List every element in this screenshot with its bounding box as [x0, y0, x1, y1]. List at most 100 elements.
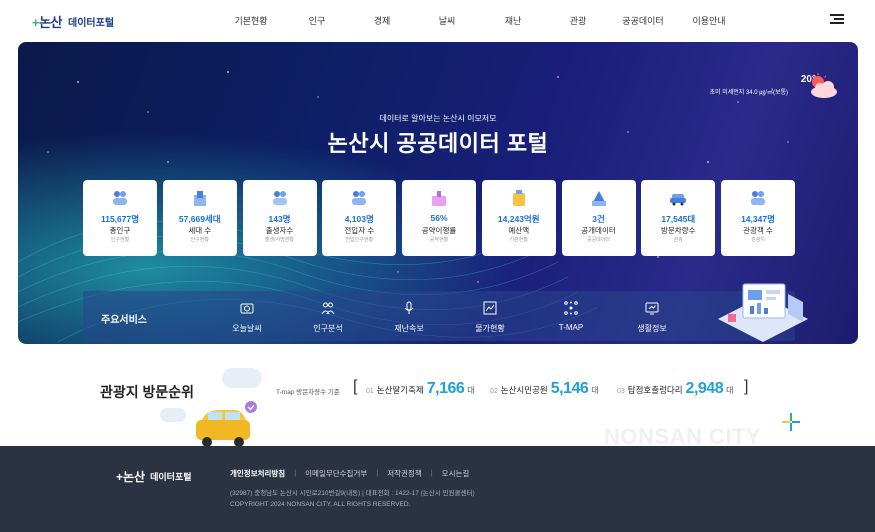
- main-nav: 기본현황 인구 경제 날씨 재난 관광 공공데이터 이용안내: [220, 14, 740, 28]
- stat-card-households[interactable]: 57,669세대 세대 수 인구현황: [162, 180, 237, 256]
- taxi-car-icon: [196, 401, 257, 447]
- nav-public-data[interactable]: 공공데이터: [622, 14, 663, 27]
- hero-subtitle: 데이터로 알아보는 논산시 이모저모: [379, 114, 497, 123]
- nav-basic-status[interactable]: 기본현황: [234, 14, 267, 27]
- camera-icon: [240, 303, 254, 314]
- card-value: 17,545대: [661, 214, 696, 224]
- card-label: 출생자수: [265, 226, 294, 235]
- card-category: 관광지: [751, 237, 765, 243]
- card-value: 14,347명: [741, 214, 775, 224]
- ranking-item[interactable]: 03 탑정호출렁다리 2,948 대: [617, 380, 733, 398]
- footer-links: 개인정보처리방침 | 이메일무단수집거부 | 저작권정책 | 오시는길: [230, 468, 469, 479]
- microphone-icon: [404, 301, 414, 314]
- service-disaster-alert[interactable]: 재난속보: [374, 297, 444, 337]
- footer-link-copyright-policy[interactable]: 저작권정책: [387, 468, 422, 479]
- car-icon: [670, 194, 687, 206]
- card-label: 총인구: [109, 226, 131, 235]
- nav-disaster[interactable]: 재난: [505, 14, 522, 27]
- nav-population[interactable]: 인구: [309, 14, 326, 27]
- stat-card-total-population[interactable]: 115,677명 총인구 인구현황: [83, 180, 157, 256]
- stat-card-pledge-rate[interactable]: 56% 공약이행률 공약현황: [402, 180, 476, 256]
- bracket-close: ]: [744, 378, 749, 395]
- key-services-bar: 주요서비스 오늘날씨 인구분석 재난속보 물가현황 T-MAP 생활정보: [83, 291, 795, 341]
- weather-fine-dust: 초미 미세먼지 34.0 ㎍/㎥(보통): [709, 90, 788, 96]
- price-chart-icon: [483, 301, 497, 315]
- card-value: 115,677명: [100, 214, 140, 224]
- stat-card-open-data[interactable]: 3건 공개데이터 공공데이터: [561, 180, 636, 256]
- service-price-status[interactable]: 물가현황: [455, 297, 525, 337]
- service-label: 재난속보: [394, 324, 424, 333]
- card-category: 공약현황: [429, 237, 449, 243]
- bracket-open: [: [353, 378, 358, 395]
- population-analysis-icon: [321, 302, 335, 315]
- card-label: 관광객 수: [743, 226, 773, 235]
- site-logo[interactable]: +논산 데이터포털: [32, 12, 114, 31]
- service-label: T-MAP: [558, 323, 584, 332]
- ranking-value: 7,166: [426, 380, 465, 397]
- card-category: 전입인구현황: [345, 237, 374, 243]
- card-label: 공개데이터: [581, 226, 616, 235]
- stat-card-visiting-cars[interactable]: 17,545대 방문차량수 관광: [641, 180, 716, 256]
- ranking-place-name: 논산시민공원: [500, 385, 548, 395]
- card-label: 방문차량수: [661, 226, 696, 235]
- card-label: 예산액: [508, 226, 530, 235]
- hero-title: 논산시 공공데이터 포털: [327, 131, 549, 156]
- ranking-basis: T-map 방문차량수 기준: [276, 389, 340, 396]
- card-category: 인구현황: [110, 237, 130, 243]
- service-label: 생활정보: [637, 324, 667, 333]
- nav-economy[interactable]: 경제: [374, 14, 391, 27]
- footer-logo-mark: +논산: [116, 470, 146, 484]
- card-value: 4,103명: [344, 214, 374, 224]
- service-today-weather[interactable]: 오늘날씨: [212, 297, 282, 337]
- budget-icon: [512, 190, 525, 206]
- ranking-item[interactable]: 01 논산딸기축제 7,166 대: [366, 380, 475, 398]
- hero-banner: 20° 초미 미세먼지 34.0 ㎍/㎥(보통) 데이터로 알아보는 논산시 이…: [18, 42, 858, 344]
- ranking-place-name: 논산딸기축제: [376, 385, 424, 395]
- ranking-place-name: 탑정호출렁다리: [627, 385, 683, 395]
- nav-weather[interactable]: 날씨: [439, 14, 456, 27]
- footer-logo[interactable]: +논산 데이터포털: [116, 468, 192, 485]
- hamburger-menu-icon[interactable]: [830, 13, 844, 25]
- footer-link-privacy[interactable]: 개인정보처리방침: [230, 468, 285, 479]
- card-label: 세대 수: [188, 226, 212, 235]
- service-life-info[interactable]: 생활정보: [617, 297, 687, 337]
- footer-copyright: COPYRIGHT 2024 NONSAN CITY, ALL RIGHTS R…: [230, 501, 411, 508]
- service-label: 오늘날씨: [232, 324, 262, 333]
- card-value: 56%: [430, 213, 448, 223]
- tourism-ranking-title: 관광지 방문순위: [100, 384, 195, 400]
- footer-address: (32987) 충청남도 논산시 시민로210번길9(내동) | 대표전화 : …: [230, 490, 475, 497]
- card-value: 14,243억원: [497, 214, 540, 224]
- data-dashboard-illustration: [718, 283, 808, 342]
- service-tmap[interactable]: T-MAP: [536, 297, 606, 337]
- people-icon: [113, 191, 127, 205]
- birth-icon: [272, 191, 287, 205]
- life-info-icon: [645, 302, 659, 315]
- tourist-icon: [751, 191, 765, 205]
- card-value: 3건: [592, 214, 605, 224]
- cloud-decoration: [222, 368, 262, 388]
- service-label: 물가현황: [475, 324, 505, 333]
- stat-card-births[interactable]: 143명 출생자수 출생/사망현황: [242, 180, 317, 256]
- household-icon: [193, 191, 206, 206]
- divider: |: [430, 468, 433, 477]
- ranking-item[interactable]: 02 논산시민공원 5,146 대: [490, 380, 599, 398]
- ranking-unit: 대: [591, 386, 599, 395]
- footer-logo-text: 데이터포털: [150, 472, 192, 482]
- plus-sparkle-icon: [782, 413, 800, 431]
- nav-guide[interactable]: 이용안내: [692, 14, 725, 27]
- sun-cloud-icon: [809, 73, 837, 98]
- service-population-analysis[interactable]: 인구분석: [293, 297, 363, 337]
- divider: |: [294, 468, 297, 477]
- stat-card-move-in[interactable]: 4,103명 전입자 수 전입인구현황: [322, 180, 397, 256]
- ranking-unit: 대: [726, 386, 734, 395]
- stat-card-tourists[interactable]: 14,347명 관광객 수 관광지: [721, 180, 795, 256]
- move-in-icon: [352, 191, 367, 205]
- cloud-decoration: [160, 408, 186, 422]
- footer-link-directions[interactable]: 오시는길: [442, 468, 470, 479]
- nav-tourism[interactable]: 관광: [570, 14, 587, 27]
- footer-link-no-email-collection[interactable]: 이메일무단수집거부: [305, 468, 367, 479]
- card-category: 공공데이터: [586, 237, 610, 243]
- stat-card-budget[interactable]: 14,243억원 예산액 기본현황: [481, 180, 556, 256]
- card-value: 57,669세대: [178, 214, 221, 224]
- ranking-value: 5,146: [550, 380, 589, 397]
